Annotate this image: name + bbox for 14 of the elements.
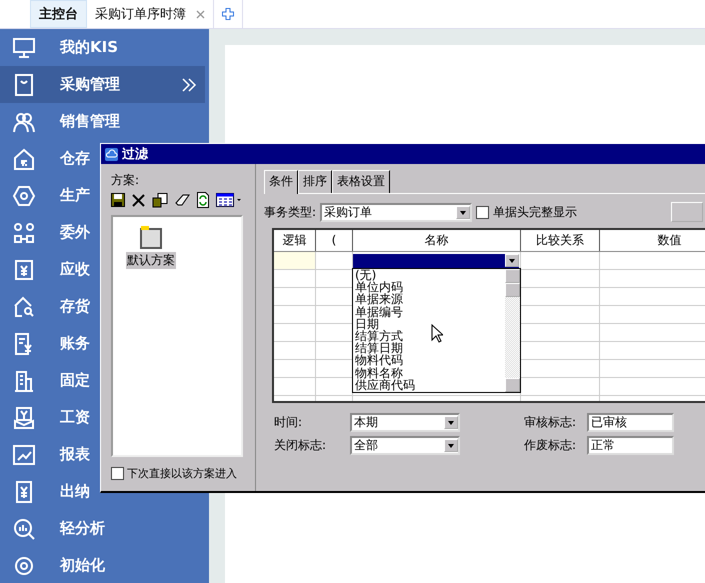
column-header: ( (316, 230, 353, 251)
scheme-label: 方案: (111, 172, 140, 189)
checkbox-label: 下次直接以该方案进入 (127, 466, 237, 481)
checkbox-label: 单据头完整显示 (493, 204, 578, 220)
field-label: 时间: (274, 414, 304, 431)
field-label: 关闭标志: (274, 437, 328, 454)
field-label: 审核标志: (524, 414, 578, 431)
field-label: 事务类型: (264, 204, 316, 220)
field-label: 作废标志: (524, 437, 578, 454)
column-header: 名称 (353, 230, 521, 251)
column-header: 数值 (600, 230, 705, 251)
column-header: 比较关系 (521, 230, 600, 251)
column-header: 逻辑 (274, 230, 316, 251)
dialog-title: 过滤 (122, 146, 148, 163)
